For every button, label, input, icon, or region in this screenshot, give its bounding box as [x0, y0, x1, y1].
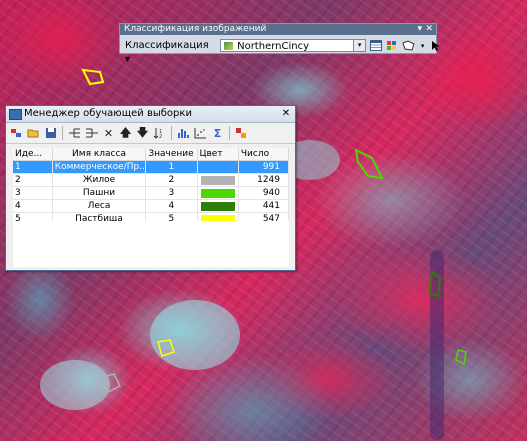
move-down-icon[interactable]: 🡇	[135, 126, 150, 141]
column-header-class-name[interactable]: Имя класса	[52, 148, 147, 161]
training-sample-manager-icon[interactable]	[369, 39, 383, 52]
layer-combobox[interactable]: NorthernCincy ▾	[220, 39, 367, 52]
cell-count[interactable]: 940	[238, 186, 290, 200]
cell-color[interactable]	[197, 160, 239, 174]
toolbar-title: Классификация изображений	[124, 24, 267, 34]
table-row[interactable]: 1 Коммерческое/Пр... 1 991	[13, 160, 290, 174]
table-row[interactable]: 4 Леса 4 441	[13, 199, 290, 213]
scatterplot-icon[interactable]	[193, 126, 208, 141]
save-icon[interactable]	[43, 126, 58, 141]
training-sample-manager-window: Менеджер обучающей выборки ✕ ✕ 🡅 🡇 12 Σ …	[5, 105, 296, 271]
cell-class-name[interactable]: Коммерческое/Пр...	[52, 160, 147, 174]
layer-name: NorthernCincy	[237, 41, 310, 52]
sort-icon[interactable]: 12	[152, 126, 167, 141]
cell-value[interactable]: 4	[145, 199, 198, 213]
cell-count[interactable]: 441	[238, 199, 290, 213]
color-swatch	[201, 163, 235, 172]
training-samples-table: Иде... Имя класса Значение Цвет Число 1 …	[13, 148, 290, 226]
toolbar-separator	[62, 126, 63, 140]
cell-id[interactable]: 3	[13, 186, 53, 200]
farmland-polygon	[354, 148, 384, 180]
cell-value[interactable]: 3	[145, 186, 198, 200]
image-classification-toolbar: Классификация изображений ▾ ✕ Классифика…	[119, 23, 440, 65]
toolbar-separator	[229, 126, 230, 140]
forest-polygon	[428, 270, 442, 298]
toolbar-separator	[171, 126, 172, 140]
farmland-polygon	[455, 349, 467, 366]
cell-class-name[interactable]: Жилое	[52, 173, 147, 187]
cell-id[interactable]: 2	[13, 173, 53, 187]
cell-color[interactable]	[197, 199, 239, 213]
column-header-value[interactable]: Значение	[145, 148, 198, 161]
delete-icon[interactable]: ✕	[101, 126, 116, 141]
cell-id[interactable]: 4	[13, 199, 53, 213]
toolbar-dropdown-icon[interactable]: ▾	[417, 24, 422, 35]
svg-text:2: 2	[159, 134, 162, 139]
color-swatch	[200, 188, 235, 198]
classification-menu[interactable]: Классификация ▾	[122, 39, 217, 65]
table-row[interactable]: 3 Пашни 3 940	[13, 186, 290, 200]
polygon-draw-icon[interactable]	[402, 39, 416, 52]
cell-class-name[interactable]: Леса	[52, 199, 147, 213]
manager-close-button[interactable]: ✕	[280, 106, 292, 122]
residential-polygon	[96, 373, 122, 393]
select-pointer-icon[interactable]	[429, 39, 443, 52]
move-up-icon[interactable]: 🡅	[118, 126, 133, 141]
manager-toolbar: ✕ 🡅 🡇 12 Σ	[6, 123, 295, 144]
signature-icon[interactable]	[234, 126, 249, 141]
window-app-icon	[9, 109, 22, 120]
merge-classes-icon[interactable]	[84, 126, 99, 141]
table-row[interactable]: 2 Жилое 2 1249	[13, 173, 290, 187]
column-header-count[interactable]: Число	[238, 148, 290, 161]
color-swatch	[200, 201, 235, 211]
statistics-icon[interactable]: Σ	[210, 126, 225, 141]
cell-value[interactable]: 2	[145, 173, 198, 187]
column-header-color[interactable]: Цвет	[197, 148, 239, 161]
cell-count[interactable]: 1249	[238, 173, 290, 187]
polygon-dropdown-icon[interactable]: ▾	[419, 39, 426, 52]
manager-title: Менеджер обучающей выборки	[24, 108, 192, 119]
create-signature-icon[interactable]	[386, 39, 400, 52]
cell-count[interactable]: 991	[238, 160, 290, 174]
pasture-polygon	[157, 339, 175, 357]
manager-title-bar[interactable]: Менеджер обучающей выборки ✕	[6, 106, 295, 123]
toolbar-close-button[interactable]: ✕	[425, 24, 433, 35]
table-header-row: Иде... Имя класса Значение Цвет Число	[13, 148, 290, 161]
cell-color[interactable]	[197, 186, 239, 200]
column-header-id[interactable]: Иде...	[13, 148, 53, 161]
raster-layer-icon	[224, 42, 234, 50]
histogram-icon[interactable]	[176, 126, 191, 141]
color-swatch	[200, 175, 235, 185]
pasture-polygon	[81, 68, 105, 86]
merge-icon[interactable]	[9, 126, 24, 141]
combo-dropdown-arrow[interactable]: ▾	[353, 40, 366, 51]
cell-class-name[interactable]: Пашни	[52, 186, 147, 200]
cell-value[interactable]: 1	[145, 160, 198, 174]
toolbar-title-bar[interactable]: Классификация изображений ▾ ✕	[120, 24, 436, 35]
table-empty-area	[13, 221, 289, 267]
cell-color[interactable]	[197, 173, 239, 187]
split-icon[interactable]	[67, 126, 82, 141]
cell-id[interactable]: 1	[13, 160, 53, 174]
open-icon[interactable]	[26, 126, 41, 141]
